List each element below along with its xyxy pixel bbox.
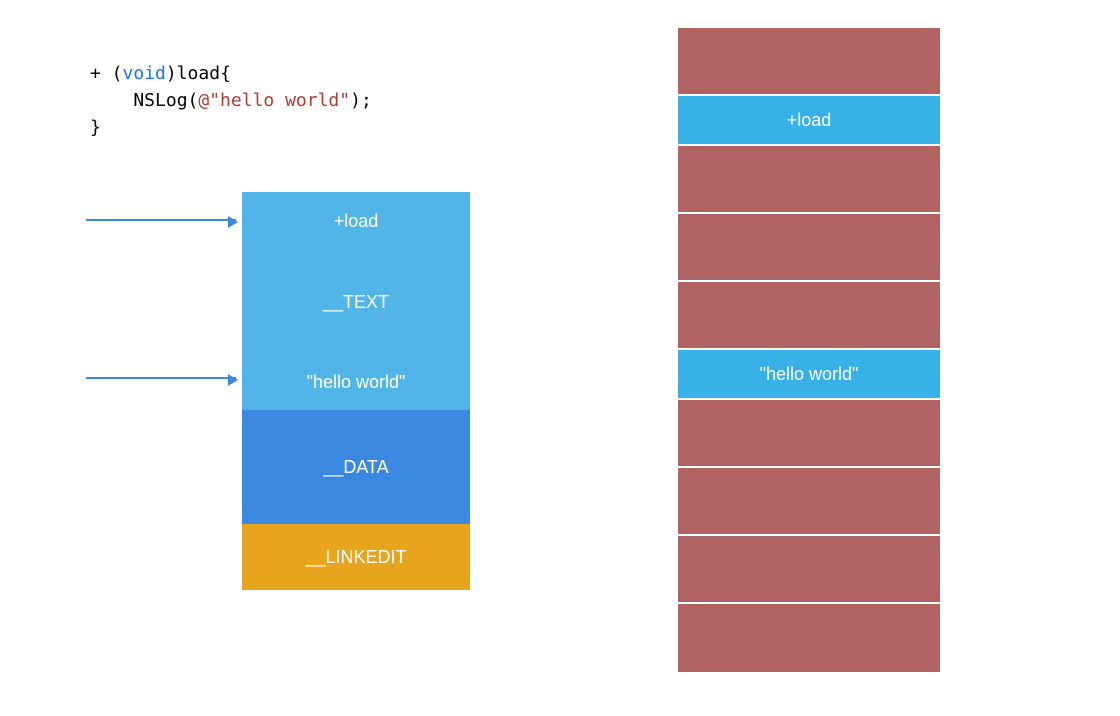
- segment-label: __TEXT: [323, 292, 389, 313]
- arrow-to-hello: [86, 377, 236, 379]
- memory-label: "hello world": [760, 364, 859, 385]
- memory-row: [678, 214, 940, 282]
- code-text: NSLog(: [90, 90, 198, 111]
- memory-row: [678, 536, 940, 604]
- keyword-void: void: [123, 63, 166, 84]
- code-line-3: }: [90, 114, 372, 141]
- memory-row: [678, 400, 940, 468]
- memory-row: [678, 468, 940, 536]
- memory-row-hello: "hello world": [678, 350, 940, 400]
- memory-row: [678, 146, 940, 214]
- arrow-to-load: [86, 219, 236, 221]
- segment-text-hello: "hello world": [242, 354, 470, 410]
- segment-label: "hello world": [307, 372, 406, 393]
- memory-row: [678, 28, 940, 96]
- memory-label: +load: [787, 110, 832, 131]
- string-literal: "hello world": [209, 90, 350, 111]
- segment-data: __DATA: [242, 410, 470, 524]
- segment-linkedit: __LINKEDIT: [242, 524, 470, 590]
- segment-text-load: +load: [242, 192, 470, 250]
- memory-row: [678, 604, 940, 672]
- segment-label: __DATA: [323, 457, 388, 478]
- segment-text: __TEXT: [242, 250, 470, 354]
- at-symbol: @: [198, 90, 209, 111]
- code-text: {: [220, 63, 231, 84]
- code-text: + (: [90, 63, 123, 84]
- memory-row: [678, 282, 940, 350]
- code-text: );: [350, 90, 372, 111]
- code-line-1: + (void)load{: [90, 60, 372, 87]
- code-line-2: NSLog(@"hello world");: [90, 87, 372, 114]
- segment-stack: +load __TEXT "hello world" __DATA __LINK…: [242, 192, 470, 590]
- code-block: + (void)load{ NSLog(@"hello world"); }: [90, 60, 372, 141]
- segment-label: +load: [334, 211, 379, 232]
- memory-stack: +load "hello world": [678, 28, 940, 672]
- code-text: ): [166, 63, 177, 84]
- method-name: load: [177, 63, 220, 84]
- memory-row-load: +load: [678, 96, 940, 146]
- segment-label: __LINKEDIT: [305, 547, 406, 568]
